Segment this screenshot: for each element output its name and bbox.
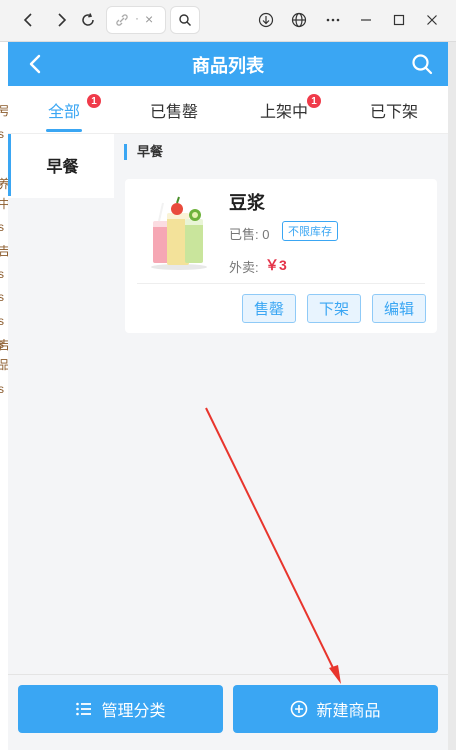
- address-bar[interactable]: · ×: [106, 6, 166, 34]
- list-icon: [76, 702, 92, 716]
- sliver-text: s: [0, 267, 4, 281]
- tab-all[interactable]: 全部 1: [28, 86, 101, 134]
- section-title: 早餐: [124, 144, 163, 160]
- forward-nav-icon[interactable]: [48, 7, 74, 33]
- tab-sold-out[interactable]: 已售罄: [136, 86, 212, 134]
- price-label: 外卖:: [229, 260, 259, 275]
- download-icon[interactable]: [253, 7, 279, 33]
- category-sidebar: 早餐: [8, 134, 114, 198]
- search-icon[interactable]: [410, 52, 434, 76]
- sliver-text: s: [0, 382, 4, 396]
- sliver-text: 吉: [0, 338, 8, 352]
- sold-out-button[interactable]: 售罄: [242, 294, 296, 323]
- manage-categories-button[interactable]: 管理分类: [18, 685, 223, 733]
- reload-icon[interactable]: [75, 7, 101, 33]
- tab-off-shelf[interactable]: 已下架: [356, 86, 432, 134]
- plus-circle-icon: [291, 700, 308, 718]
- sliver-text: 中: [0, 197, 8, 211]
- tab-badge: 1: [87, 94, 101, 108]
- sliver-text: 吉: [0, 244, 8, 258]
- tab-on-shelf[interactable]: 上架中 1: [246, 86, 322, 134]
- edit-button[interactable]: 编辑: [372, 294, 426, 323]
- sliver-text: 号: [0, 104, 8, 118]
- browser-search-button[interactable]: [170, 6, 200, 34]
- address-close-icon[interactable]: ×: [145, 11, 153, 27]
- tab-label: 已下架: [369, 104, 418, 121]
- stock-badge: 不限库存: [282, 221, 338, 241]
- product-image: [151, 196, 207, 270]
- maximize-icon[interactable]: [386, 7, 412, 33]
- sliver-text: s: [0, 220, 4, 234]
- more-icon[interactable]: [320, 7, 346, 33]
- category-item-breakfast[interactable]: 早餐: [8, 134, 114, 196]
- product-name: 豆浆: [229, 193, 265, 213]
- tab-label: 已售罄: [149, 104, 198, 121]
- address-dot: ·: [135, 11, 139, 25]
- browser-toolbar: · ×: [0, 0, 456, 42]
- app-header: 商品列表: [8, 42, 448, 86]
- sliver-text: 品: [0, 358, 8, 372]
- bottom-action-bar: 管理分类 新建商品: [8, 674, 448, 750]
- back-nav-icon[interactable]: [16, 7, 42, 33]
- card-divider: [137, 283, 425, 284]
- new-product-button[interactable]: 新建商品: [233, 685, 438, 733]
- sliver-text: s: [0, 314, 4, 328]
- price-value: ￥3: [265, 257, 287, 273]
- globe-icon[interactable]: [286, 7, 312, 33]
- tab-badge: 1: [307, 94, 321, 108]
- background-page-sliver: 号 s 养 中 s 吉 s s s s 吉 品 s: [0, 42, 8, 750]
- new-product-label: 新建商品: [316, 703, 381, 720]
- take-down-button[interactable]: 下架: [307, 294, 361, 323]
- active-tab-indicator: [46, 129, 82, 132]
- product-card[interactable]: 豆浆 已售: 0 不限库存 外卖: ￥3 售罄 下架 编辑: [125, 179, 437, 333]
- sliver-text: s: [0, 290, 4, 304]
- magnifier-icon: [179, 14, 191, 26]
- link-icon: [116, 14, 128, 26]
- sliver-text: s: [0, 127, 4, 141]
- status-tabs: 全部 1 已售罄 上架中 1 已下架: [8, 86, 448, 134]
- page-title: 商品列表: [192, 56, 264, 76]
- close-window-icon[interactable]: [419, 7, 445, 33]
- sliver-text: 养: [0, 177, 8, 191]
- tab-label: 全部: [47, 104, 80, 121]
- tab-label: 上架中: [259, 104, 308, 121]
- manage-categories-label: 管理分类: [101, 703, 166, 720]
- product-list-app: 商品列表 全部 1 已售罄 上架中 1 已下架 早餐 早餐 豆浆 已售: 0 不…: [8, 42, 448, 750]
- sold-count: 已售: 0: [229, 227, 270, 242]
- minimize-icon[interactable]: [353, 7, 379, 33]
